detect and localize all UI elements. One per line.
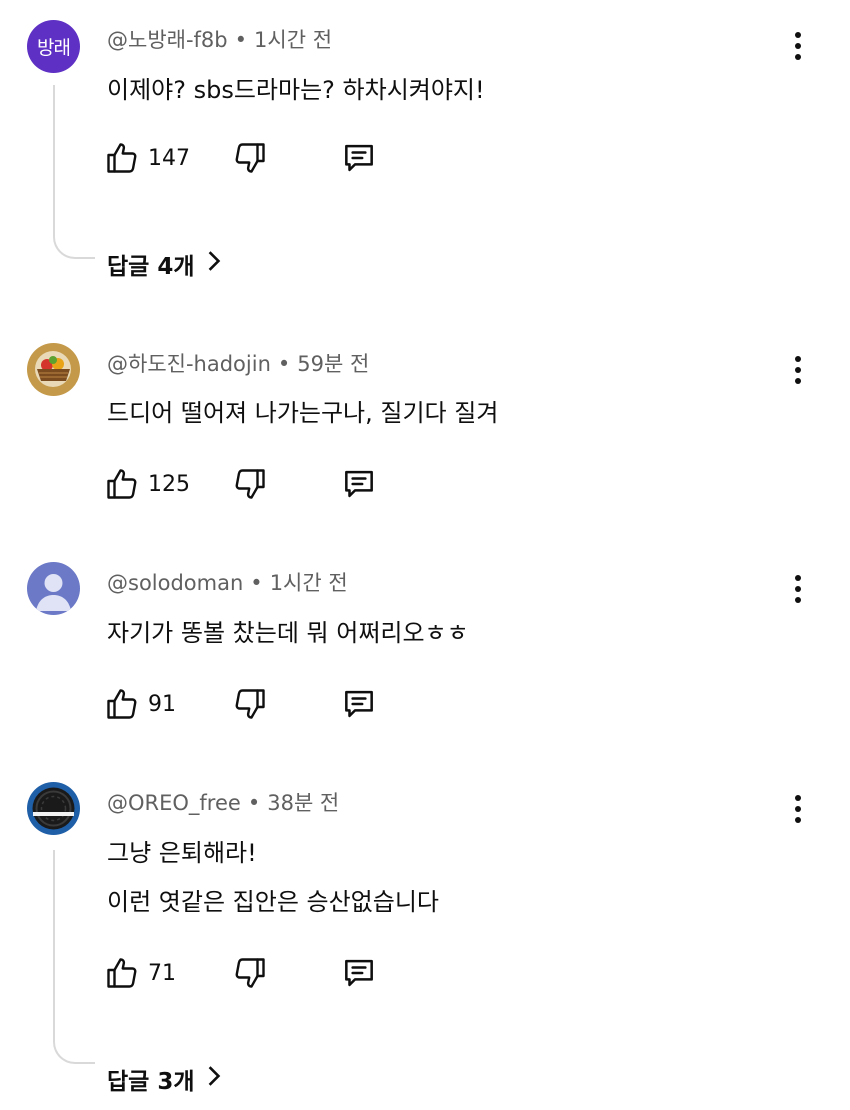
dislike-button[interactable] [232, 686, 268, 722]
comment-text: 이제야? sbs드라마는? 하차시켜야지! [107, 76, 485, 104]
more-options-button[interactable] [783, 26, 813, 66]
default-user-avatar-icon [27, 562, 80, 615]
more-options-button[interactable] [783, 350, 813, 390]
author-name[interactable]: @하도진-hadojin [107, 352, 271, 376]
dislike-button[interactable] [232, 955, 268, 991]
comment-actions: 147 [104, 138, 373, 178]
comment-reply-icon [340, 685, 378, 723]
view-replies-button[interactable]: 답글 4개 [107, 247, 223, 281]
comment-reply-icon [340, 954, 378, 992]
thumbs-down-icon [232, 466, 268, 502]
thumbs-down-icon [232, 686, 268, 722]
thumbs-up-icon [104, 955, 140, 991]
like-button[interactable]: 125 [104, 466, 190, 502]
meta-separator: • [234, 28, 248, 52]
avatar[interactable] [27, 782, 80, 835]
comment-text: 드디어 떨어져 나가는구나, 질기다 질겨 [107, 399, 499, 427]
replies-label: 답글 4개 [107, 254, 195, 280]
view-replies-button[interactable]: 답글 3개 [107, 1062, 223, 1096]
thumbs-down-icon [232, 955, 268, 991]
comment-meta: @OREO_free • 38분 전 [107, 787, 339, 817]
thumbs-up-icon [104, 140, 140, 176]
like-count: 147 [148, 145, 190, 171]
like-count: 91 [148, 691, 176, 717]
comment-text-line-2: 이런 엿같은 집안은 승산없습니다 [107, 888, 440, 916]
chevron-right-icon [205, 1065, 223, 1093]
timestamp: 1시간 전 [269, 571, 348, 595]
like-count: 71 [148, 960, 176, 986]
reply-button[interactable] [340, 954, 378, 992]
avatar[interactable] [27, 343, 80, 396]
reply-button[interactable] [340, 685, 378, 723]
thumbs-up-icon [104, 686, 140, 722]
comment-actions: 71 [104, 953, 373, 993]
thumbs-up-icon [104, 466, 140, 502]
timestamp: 59분 전 [297, 352, 370, 376]
thread-line [53, 85, 95, 259]
avatar[interactable]: 방래 [27, 20, 80, 73]
reply-button[interactable] [340, 139, 378, 177]
comment-meta: @노방래-f8b • 1시간 전 [107, 24, 332, 54]
oreo-cookie-avatar-icon [27, 782, 80, 835]
comment-item: @OREO_free • 38분 전 그냥 은퇴해라! 이런 엿같은 집안은 승산없… [0, 770, 850, 1110]
like-button[interactable]: 71 [104, 955, 176, 991]
dislike-button[interactable] [232, 466, 268, 502]
comment-reply-icon [340, 465, 378, 503]
meta-separator: • [250, 571, 263, 595]
thumbs-down-icon [232, 140, 268, 176]
like-button[interactable]: 147 [104, 140, 190, 176]
dislike-button[interactable] [232, 140, 268, 176]
meta-separator: • [277, 352, 291, 376]
more-options-button[interactable] [783, 789, 813, 829]
like-button[interactable]: 91 [104, 686, 176, 722]
meta-separator: • [247, 791, 261, 815]
reply-button[interactable] [340, 465, 378, 503]
avatar[interactable] [27, 562, 80, 615]
comment-meta: @하도진-hadojin • 59분 전 [107, 348, 369, 378]
comment-actions: 125 [104, 464, 373, 504]
more-options-button[interactable] [783, 569, 813, 609]
author-name[interactable]: @OREO_free [107, 791, 241, 815]
author-name[interactable]: @노방래-f8b [107, 28, 228, 52]
comment-item: 방래 @노방래-f8b • 1시간 전 이제야? sbs드라마는? 하차시켜야지! … [0, 0, 850, 300]
fruit-basket-avatar-icon [27, 343, 80, 396]
like-count: 125 [148, 471, 190, 497]
comment-item: @solodoman • 1시간 전 자기가 똥볼 찼는데 뭐 어쩌리오ㅎㅎ 91 [0, 550, 850, 750]
chevron-right-icon [205, 250, 223, 278]
author-name[interactable]: @solodoman [107, 571, 243, 595]
comment-actions: 91 [104, 684, 373, 724]
comment-meta: @solodoman • 1시간 전 [107, 567, 348, 597]
thread-line [53, 850, 95, 1064]
replies-label: 답글 3개 [107, 1069, 195, 1095]
comment-item: @하도진-hadojin • 59분 전 드디어 떨어져 나가는구나, 질기다 질겨… [0, 330, 850, 530]
timestamp: 38분 전 [267, 791, 340, 815]
comment-text: 자기가 똥볼 찼는데 뭐 어쩌리오ㅎㅎ [107, 619, 469, 647]
comment-reply-icon [340, 139, 378, 177]
timestamp: 1시간 전 [254, 28, 333, 52]
comment-text-line-1: 그냥 은퇴해라! [107, 839, 257, 867]
